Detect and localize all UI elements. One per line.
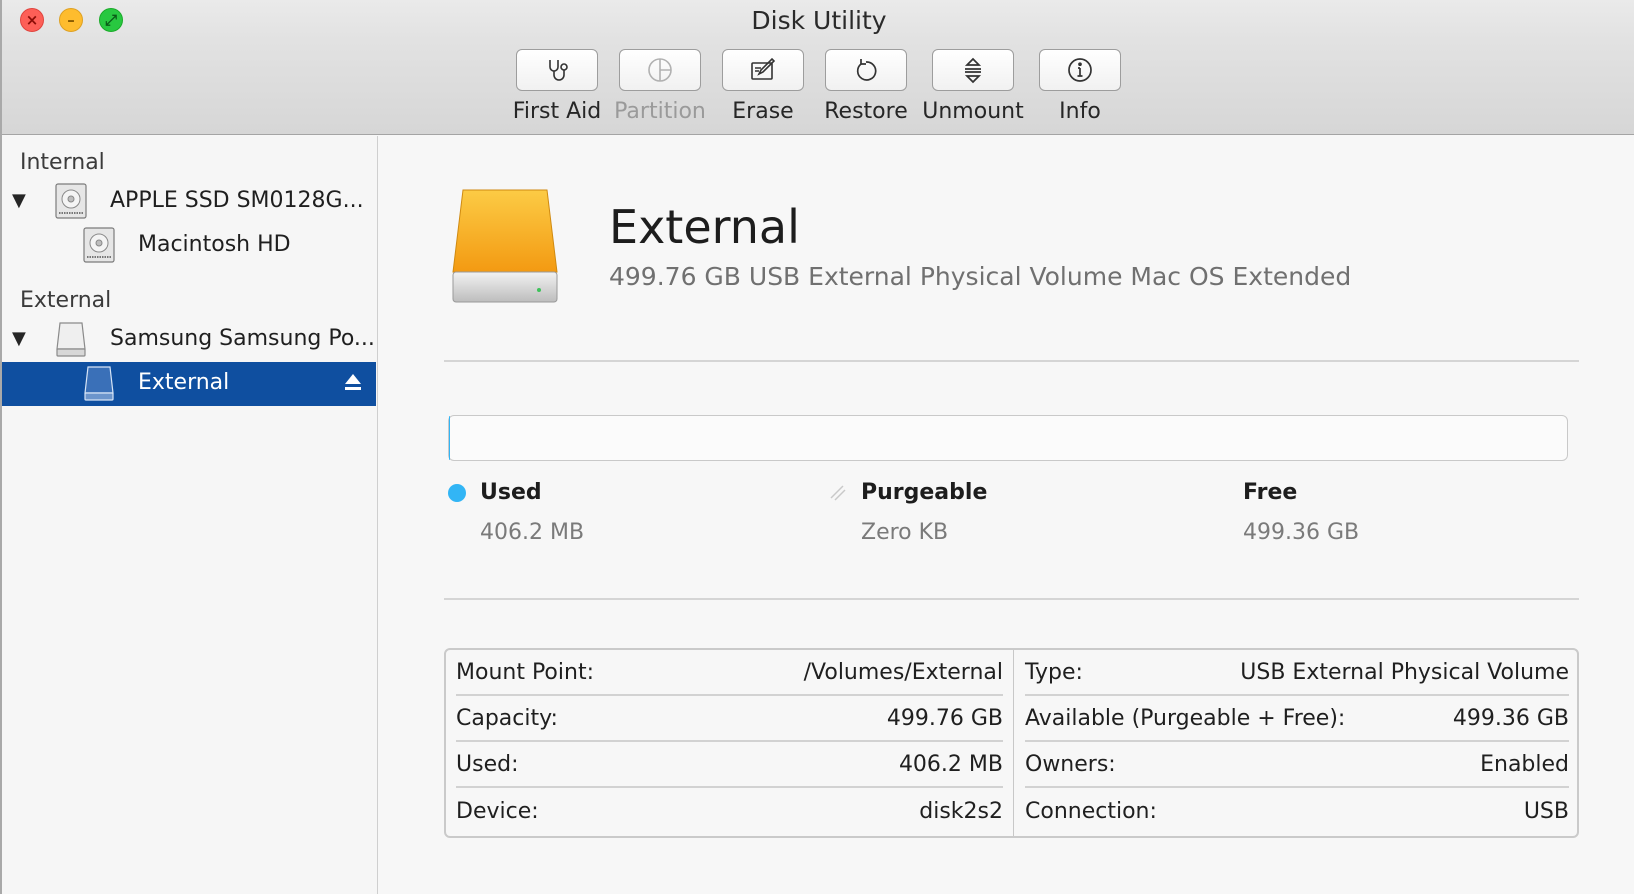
sidebar: Internal ▼ APPLE SSD SM0128G... Macintos… xyxy=(2,136,378,894)
sidebar-item-samsung[interactable]: ▼ Samsung Samsung Po... xyxy=(2,318,376,362)
restore-tool[interactable]: Restore xyxy=(823,49,909,129)
detail-row-connection: Connection: USB xyxy=(1025,788,1569,834)
divider xyxy=(444,360,1579,362)
sidebar-item-label: External xyxy=(138,370,230,395)
unmount-button[interactable] xyxy=(932,49,1014,91)
detail-label: Device: xyxy=(456,798,539,824)
sidebar-header-external: External xyxy=(20,288,112,313)
legend-free-title: Free xyxy=(1243,480,1298,505)
legend-used-title: Used xyxy=(480,480,542,505)
detail-row-owners: Owners: Enabled xyxy=(1025,742,1569,788)
legend-used-value: 406.2 MB xyxy=(480,520,585,545)
info-label: Info xyxy=(1059,99,1101,124)
detail-label: Available (Purgeable + Free): xyxy=(1025,705,1346,731)
detail-label: Owners: xyxy=(1025,751,1116,777)
disk-utility-window: × – ⤢ Disk Utility First Aid Partition E… xyxy=(0,0,1634,894)
detail-row-device: Device: disk2s2 xyxy=(456,788,1003,834)
volume-title: External xyxy=(609,200,800,254)
partition-button[interactable] xyxy=(619,49,701,91)
detail-label: Used: xyxy=(456,751,519,777)
legend-purgeable-title: Purgeable xyxy=(861,480,988,505)
disclosure-triangle-icon[interactable]: ▼ xyxy=(12,190,26,211)
sidebar-item-apple-ssd[interactable]: ▼ APPLE SSD SM0128G... xyxy=(2,180,376,224)
info-tool[interactable]: Info xyxy=(1037,49,1123,129)
restore-arrow-icon xyxy=(856,59,877,81)
detail-row-used: Used: 406.2 MB xyxy=(456,742,1003,788)
internal-disk-icon xyxy=(55,183,87,219)
external-volume-icon xyxy=(84,366,114,401)
legend-free: Free 499.36 GB xyxy=(1211,480,1571,560)
legend-purgeable: Purgeable Zero KB xyxy=(829,480,1189,560)
detail-label: Type: xyxy=(1025,659,1083,685)
erase-pencil-icon xyxy=(751,57,776,80)
detail-value: 406.2 MB xyxy=(898,751,1003,777)
first-aid-button[interactable] xyxy=(516,49,598,91)
info-button[interactable] xyxy=(1039,49,1121,91)
eject-icon[interactable] xyxy=(344,372,362,394)
stethoscope-icon xyxy=(549,60,568,81)
disclosure-triangle-icon[interactable]: ▼ xyxy=(12,328,26,349)
toolbar-area: × – ⤢ Disk Utility First Aid Partition E… xyxy=(2,0,1634,135)
detail-value: USB External Physical Volume xyxy=(1240,659,1569,685)
details-column-right: Type: USB External Physical Volume Avail… xyxy=(1015,650,1579,836)
details-column-left: Mount Point: /Volumes/External Capacity:… xyxy=(446,650,1014,836)
detail-value: 499.36 GB xyxy=(1452,705,1569,731)
sidebar-header-internal: Internal xyxy=(20,150,105,175)
main-content: External 499.76 GB USB External Physical… xyxy=(379,136,1634,894)
detail-label: Connection: xyxy=(1025,798,1157,824)
usage-bar xyxy=(448,415,1568,461)
divider xyxy=(444,598,1579,600)
legend-purgeable-value: Zero KB xyxy=(861,520,949,545)
window-title: Disk Utility xyxy=(751,6,887,35)
detail-value: Enabled xyxy=(1480,751,1569,777)
detail-row-capacity: Capacity: 499.76 GB xyxy=(456,696,1003,742)
purgeable-hatch-icon xyxy=(830,485,846,501)
detail-row-type: Type: USB External Physical Volume xyxy=(1025,650,1569,696)
partition-pie-icon xyxy=(648,58,672,82)
detail-row-mount-point: Mount Point: /Volumes/External xyxy=(456,650,1003,696)
external-drive-icon xyxy=(452,189,558,303)
sidebar-item-label: Samsung Samsung Po... xyxy=(110,326,375,351)
sidebar-item-label: APPLE SSD SM0128G... xyxy=(110,188,364,213)
details-table: Mount Point: /Volumes/External Capacity:… xyxy=(444,648,1579,838)
unmount-tool[interactable]: Unmount xyxy=(922,49,1024,129)
unmount-icon xyxy=(964,57,982,84)
legend-used: Used 406.2 MB xyxy=(448,480,808,560)
usage-bar-used-fill xyxy=(449,416,450,460)
erase-button[interactable] xyxy=(722,49,804,91)
detail-value: USB xyxy=(1523,798,1569,824)
detail-row-available: Available (Purgeable + Free): 499.36 GB xyxy=(1025,696,1569,742)
used-color-dot xyxy=(448,484,466,502)
detail-label: Capacity: xyxy=(456,705,558,731)
detail-value: 499.76 GB xyxy=(886,705,1003,731)
volume-description: 499.76 GB USB External Physical Volume M… xyxy=(609,262,1352,291)
volume-disk-icon xyxy=(83,227,115,263)
detail-value: /Volumes/External xyxy=(803,659,1003,685)
external-disk-icon xyxy=(56,322,86,357)
sidebar-item-label: Macintosh HD xyxy=(138,232,291,257)
detail-value: disk2s2 xyxy=(919,798,1003,824)
legend-free-value: 499.36 GB xyxy=(1243,520,1360,545)
restore-button[interactable] xyxy=(825,49,907,91)
detail-label: Mount Point: xyxy=(456,659,594,685)
info-icon xyxy=(1068,58,1092,82)
sidebar-item-macintosh-hd[interactable]: Macintosh HD xyxy=(2,224,376,268)
sidebar-item-external[interactable]: External xyxy=(2,362,376,406)
